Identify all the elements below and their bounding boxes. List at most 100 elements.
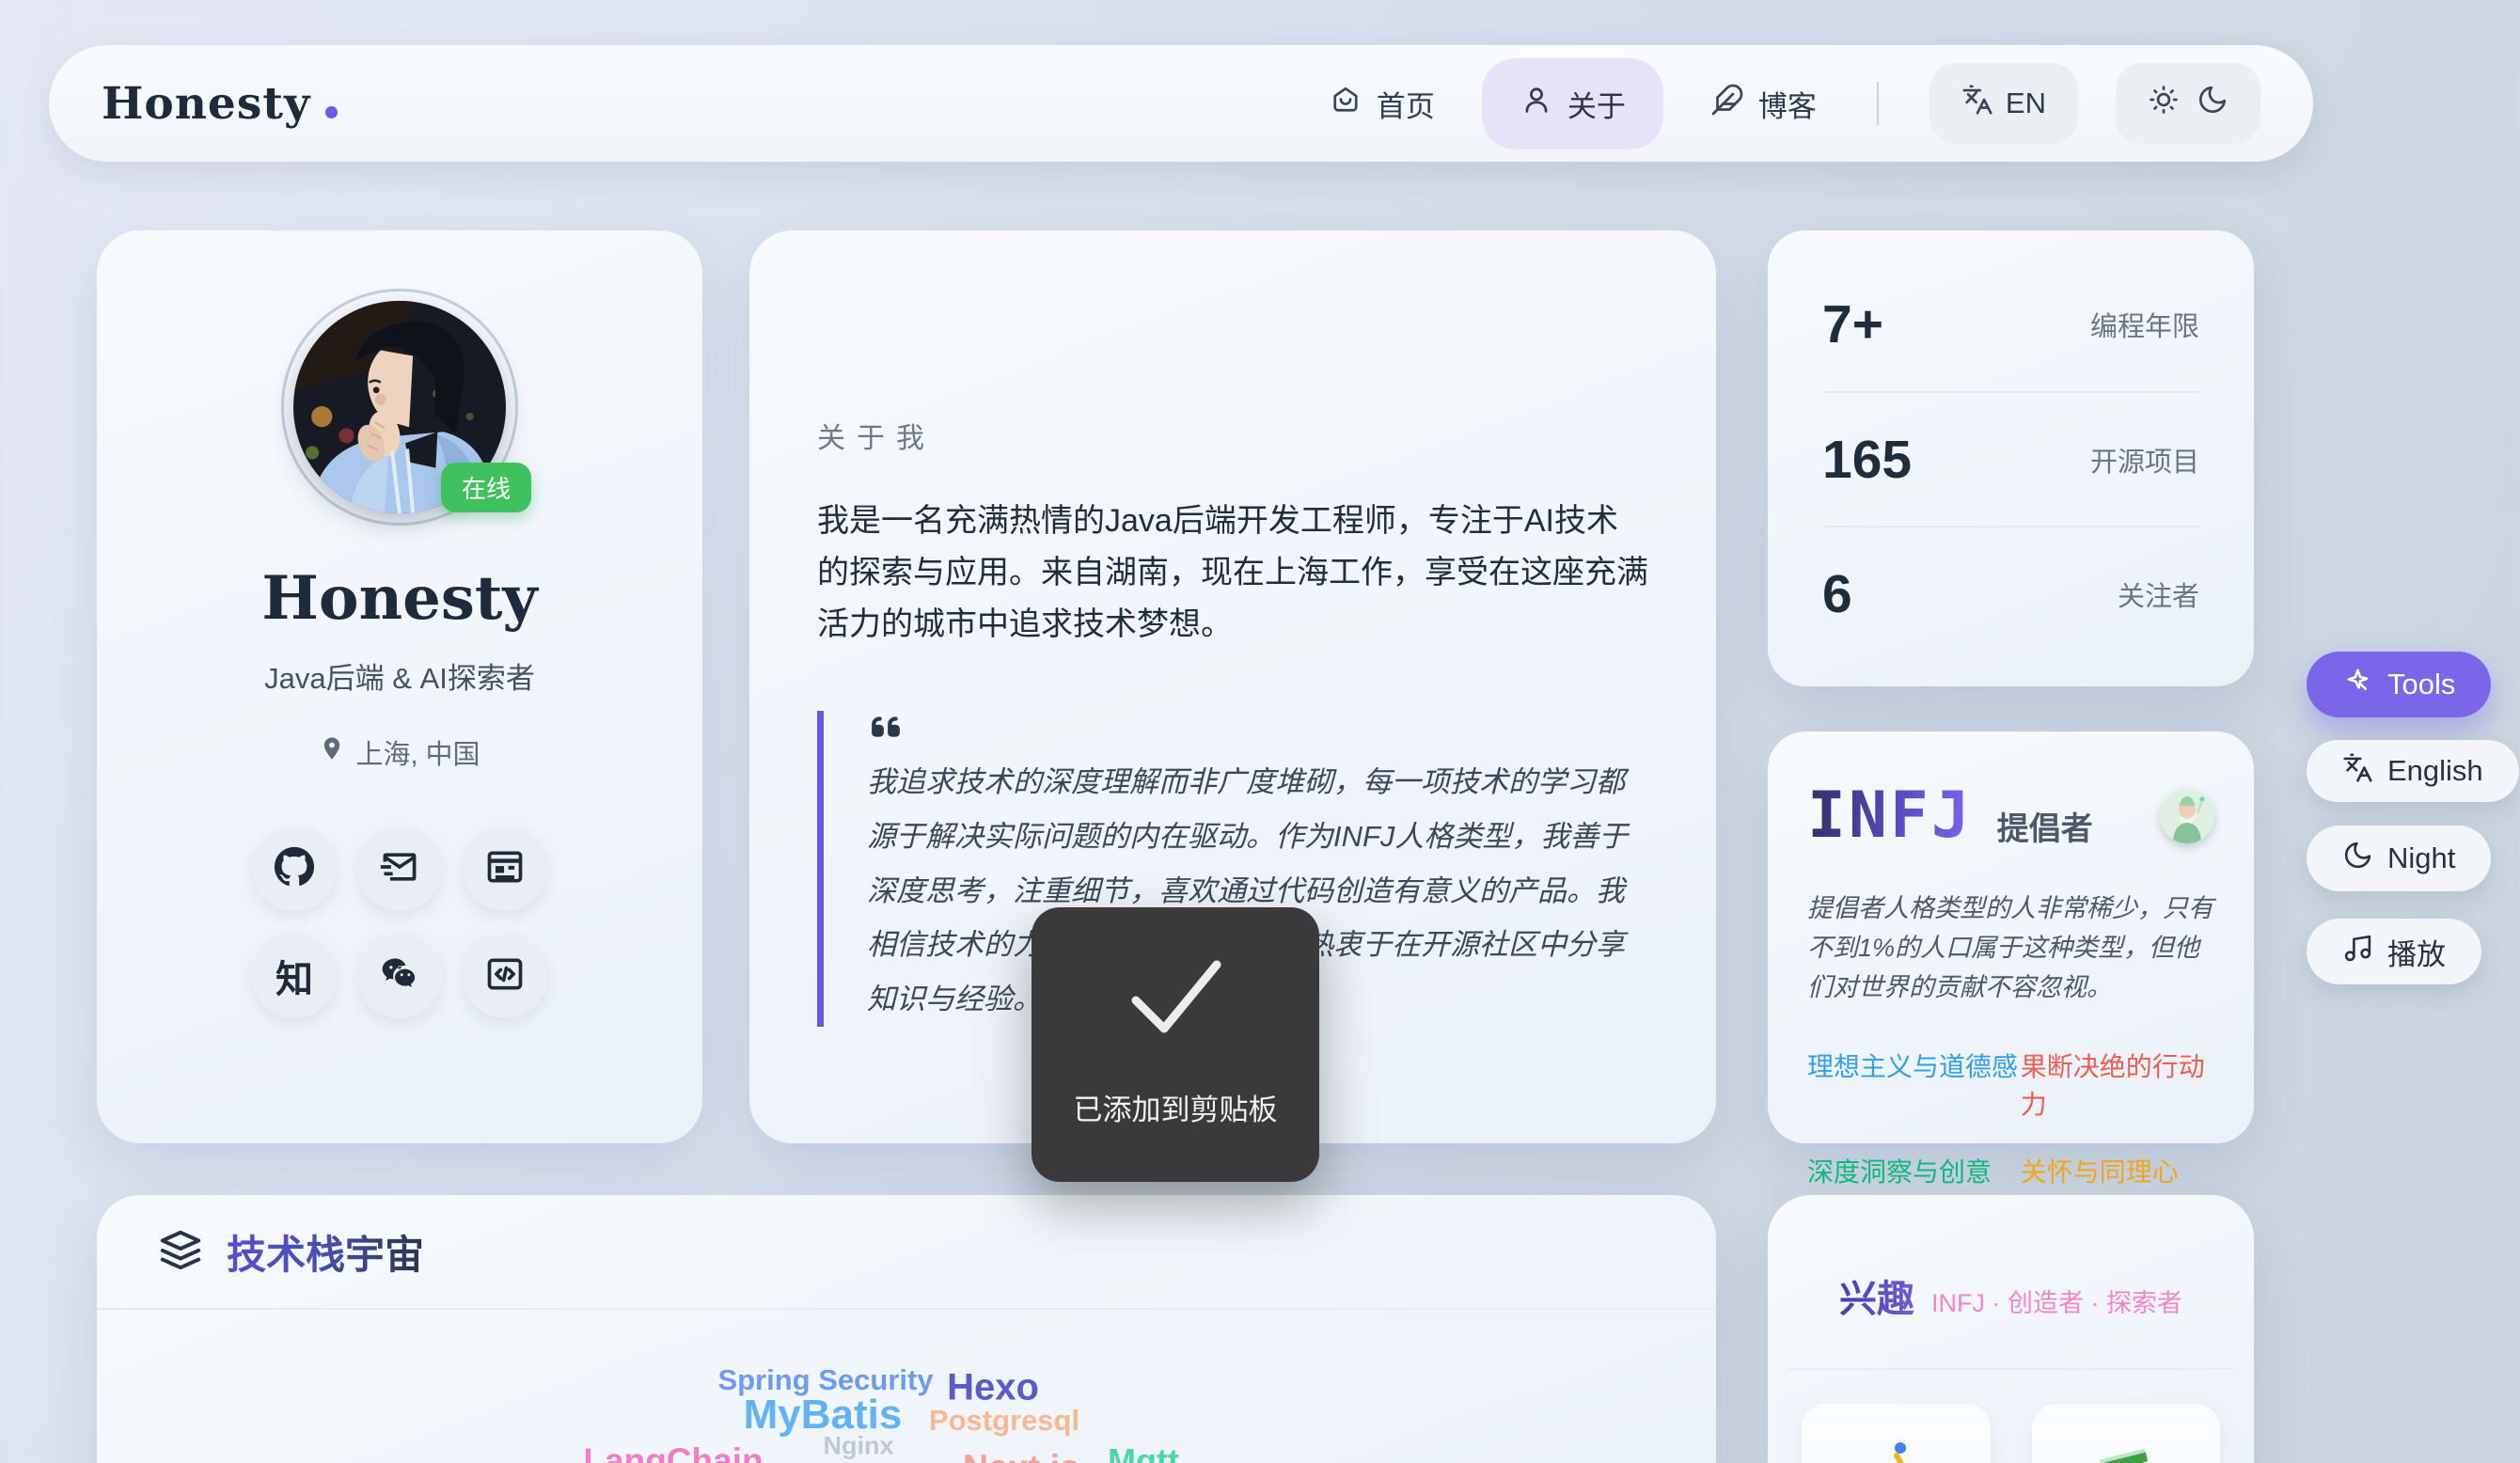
tech-stack-card: 技术栈宇宙 Spring Security MyBatis Hexo Postg… <box>97 1195 1716 1463</box>
profile-location-text: 上海, 中国 <box>355 732 480 772</box>
language-switch-button[interactable]: English <box>2307 740 2519 802</box>
play-music-label: 播放 <box>2387 931 2446 973</box>
stat-value: 7+ <box>1822 293 1883 355</box>
personality-role: 提倡者 <box>1997 803 2093 849</box>
nav-item-label: 博客 <box>1758 83 1817 125</box>
about-intro-text: 我是一名充满热情的Java后端开发工程师，专注于AI技术的探索与应用。来自湖南，… <box>817 496 1648 651</box>
profile-card: 在线 Honesty Java后端 & AI探索者 上海, 中国 知 <box>97 230 702 1143</box>
stat-row-open-source: 165 开源项目 <box>1822 391 2199 526</box>
tech-stack-header: 技术栈宇宙 <box>97 1195 1716 1310</box>
nav-item-about[interactable]: 关于 <box>1482 58 1663 149</box>
map-pin-icon <box>319 735 345 769</box>
tech-word[interactable]: Hexo <box>947 1367 1039 1409</box>
tech-word-cloud: Spring Security MyBatis Hexo Postgresql … <box>97 1310 1716 1463</box>
tools-button[interactable]: Tools <box>2307 652 2491 717</box>
stats-card: 7+ 编程年限 165 开源项目 6 关注者 <box>1768 230 2254 686</box>
profile-title: Java后端 & AI探索者 <box>97 654 702 697</box>
advocate-avatar <box>2160 789 2214 843</box>
tech-word[interactable]: LangChain <box>583 1441 763 1463</box>
logo-dot <box>325 106 338 118</box>
avatar-wrap: 在线 <box>281 289 518 526</box>
nav-item-label: 关于 <box>1567 83 1626 125</box>
profile-location: 上海, 中国 <box>97 732 702 772</box>
books-icon <box>2089 1438 2163 1463</box>
tech-word[interactable]: Mqtt <box>1108 1441 1179 1463</box>
interests-title: 兴趣 <box>1839 1268 1914 1323</box>
stat-value: 6 <box>1822 563 1852 625</box>
stat-row-followers: 6 关注者 <box>1822 526 2199 660</box>
interests-header: 兴趣 INFJ · 创造者 · 探索者 <box>1768 1195 2254 1323</box>
zhihu-icon: 知 <box>276 949 313 1003</box>
trait-empathy: 关怀与同理心 <box>2021 1152 2214 1189</box>
newspaper-icon <box>484 846 526 892</box>
night-mode-label: Night <box>2387 842 2455 875</box>
tech-word[interactable]: Postgresql <box>929 1404 1079 1438</box>
navbar-divider <box>1877 82 1879 125</box>
github-link[interactable] <box>252 826 337 911</box>
navbar-menu: 首页 关于 博客 EN <box>1319 58 2260 149</box>
personality-description: 提倡者人格类型的人非常稀少，只有不到1%的人口属于这种类型，但他们对世界的贡献不… <box>1807 889 2214 1007</box>
wechat-link[interactable] <box>357 934 442 1018</box>
interest-reading[interactable] <box>2032 1404 2221 1463</box>
moon-icon <box>2197 84 2229 123</box>
wechat-icon <box>379 953 420 999</box>
night-mode-button[interactable]: Night <box>2307 826 2491 891</box>
personality-type: INFJ <box>1807 779 1973 853</box>
stat-label: 关注者 <box>2118 574 2199 614</box>
nav-item-home[interactable]: 首页 <box>1319 60 1444 148</box>
stat-label: 编程年限 <box>2090 305 2199 344</box>
trait-idealism: 理想主义与道德感 <box>1807 1046 2021 1122</box>
about-section-label: 关于我 <box>817 230 1648 456</box>
trait-decisiveness: 果断决绝的行动力 <box>2021 1046 2214 1122</box>
interest-cycling[interactable] <box>1802 1404 1991 1463</box>
tech-word[interactable]: Next.js <box>963 1449 1080 1463</box>
language-toggle-label: EN <box>2006 87 2046 120</box>
navbar: Honesty 首页 关于 博客 EN <box>49 45 2313 162</box>
sparkle-icon <box>2342 666 2373 704</box>
tools-label: Tools <box>2387 668 2455 701</box>
zhihu-link[interactable]: 知 <box>252 934 337 1018</box>
nav-item-blog[interactable]: 博客 <box>1701 60 1826 148</box>
personality-traits: 理想主义与道德感 果断决绝的行动力 深度洞察与创意 关怀与同理心 <box>1807 1046 2214 1189</box>
moon-icon <box>2342 840 2373 878</box>
stat-row-coding-years: 7+ 编程年限 <box>1822 257 2199 391</box>
stat-value: 165 <box>1822 429 1912 491</box>
translate-icon <box>2342 752 2373 791</box>
home-icon <box>1329 83 1362 124</box>
theme-toggle-button[interactable] <box>2116 63 2260 144</box>
check-icon <box>1115 961 1236 1046</box>
mail-send-icon <box>379 846 420 892</box>
play-music-button[interactable]: 播放 <box>2307 919 2481 984</box>
language-switch-label: English <box>2387 754 2483 788</box>
code-link[interactable] <box>463 934 547 1018</box>
quote-icon <box>867 711 1648 747</box>
social-links: 知 <box>97 826 702 1018</box>
nav-item-label: 首页 <box>1377 83 1435 125</box>
user-icon <box>1520 83 1553 124</box>
blog-link[interactable] <box>463 826 547 911</box>
clipboard-toast: 已添加到剪贴板 <box>1032 907 1319 1182</box>
site-logo[interactable]: Honesty <box>102 78 338 130</box>
music-note-icon <box>2342 933 2373 971</box>
email-link[interactable] <box>357 826 442 911</box>
personality-header: INFJ 提倡者 <box>1807 779 2214 853</box>
interests-grid <box>1768 1370 2254 1463</box>
sun-icon <box>2148 84 2180 123</box>
trait-insight: 深度洞察与创意 <box>1807 1152 2021 1189</box>
tech-word[interactable]: Nginx <box>823 1432 893 1461</box>
tech-stack-title: 技术栈宇宙 <box>227 1223 424 1281</box>
translate-icon <box>1961 84 1993 123</box>
language-toggle-button[interactable]: EN <box>1929 63 2078 144</box>
github-icon <box>274 846 315 892</box>
stat-label: 开源项目 <box>2090 440 2199 480</box>
cyclist-icon <box>1859 1438 1932 1463</box>
interests-subtitle: INFJ · 创造者 · 探索者 <box>1931 1282 2182 1319</box>
layers-icon <box>159 1228 202 1276</box>
profile-name: Honesty <box>97 563 702 634</box>
feather-icon <box>1710 83 1744 124</box>
status-badge: 在线 <box>441 463 531 512</box>
personality-card: INFJ 提倡者 提倡者人格类型的人非常稀少，只有不到1%的人口属于这种类型，但… <box>1768 732 2254 1143</box>
code-square-icon <box>484 953 526 999</box>
toast-message: 已添加到剪贴板 <box>1074 1086 1278 1128</box>
interests-card: 兴趣 INFJ · 创造者 · 探索者 <box>1768 1195 2254 1463</box>
